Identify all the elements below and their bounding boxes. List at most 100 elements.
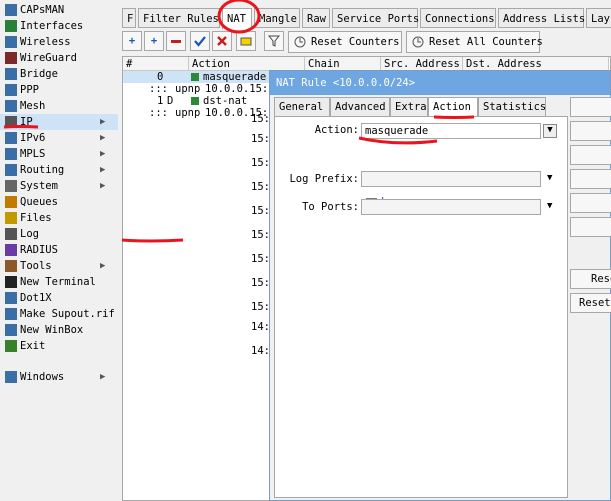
- dialog-tab-general[interactable]: General: [274, 97, 330, 117]
- add-button[interactable]: +: [122, 31, 142, 51]
- column-header-dst-address[interactable]: Dst. Address: [463, 57, 609, 71]
- log-prefix-input[interactable]: [361, 171, 541, 187]
- dialog-tabs: General Advanced Extra Action Statistics: [274, 97, 574, 117]
- sidebar-item-routing[interactable]: Routing ▶: [0, 162, 118, 178]
- dialog-side-button[interactable]: [570, 193, 611, 213]
- column-header-action[interactable]: Action: [189, 57, 305, 71]
- dialog-title[interactable]: NAT Rule <10.0.0.0/24>: [270, 71, 610, 95]
- dialog-tab-statistics[interactable]: Statistics: [478, 97, 546, 117]
- dialog-side-button[interactable]: [570, 145, 611, 165]
- ip-icon: [5, 116, 17, 128]
- comment-button[interactable]: [236, 31, 256, 51]
- sidebar-item-ppp[interactable]: PPP: [0, 82, 118, 98]
- dialog-tab-action[interactable]: Action: [428, 97, 478, 117]
- dialog-side-button[interactable]: Rese: [570, 269, 611, 289]
- sidebar-item-system[interactable]: System ▶: [0, 178, 118, 194]
- add-alt-button[interactable]: +: [144, 31, 164, 51]
- sidebar: CAPsMAN Interfaces Wireless WireGuard Bridge…: [0, 0, 118, 501]
- sidebar-item-label: MPLS: [20, 148, 46, 160]
- sidebar-item-new-terminal[interactable]: New Terminal: [0, 274, 118, 290]
- table-row[interactable]: ::: upnp 10.0.0.15:: [123, 83, 269, 95]
- tab-mangle[interactable]: Mangle: [254, 8, 300, 28]
- dialog-tab-extra[interactable]: Extra: [390, 97, 428, 117]
- sidebar-item-ipv6[interactable]: IPv6 ▶: [0, 130, 118, 146]
- sidebar-item-dot1x[interactable]: Dot1X: [0, 290, 118, 306]
- submenu-arrow-icon: ▶: [100, 165, 106, 175]
- tab-address-lists[interactable]: Address Lists: [498, 8, 585, 28]
- sidebar-item-capsman[interactable]: CAPsMAN: [0, 2, 118, 18]
- sidebar-item-label: PPP: [20, 84, 39, 96]
- funnel-icon: [267, 35, 281, 47]
- tab-lay[interactable]: Lay: [586, 8, 611, 28]
- sidebar-item-label: Files: [20, 212, 52, 224]
- reset-counters-button[interactable]: Reset Counters: [288, 31, 402, 53]
- disable-button[interactable]: [212, 31, 232, 51]
- filter-button[interactable]: [264, 31, 284, 51]
- enable-button[interactable]: [190, 31, 210, 51]
- sidebar-item-queues[interactable]: Queues: [0, 194, 118, 210]
- time-fragment: 15:: [251, 277, 270, 289]
- table-row[interactable]: 0 masquerade: [123, 71, 269, 83]
- log-prefix-label: Log Prefix:: [289, 173, 359, 185]
- dialog-side-button[interactable]: Reset: [570, 293, 611, 313]
- reset-all-icon: [412, 36, 424, 48]
- column-header-src-address[interactable]: Src. Address: [381, 57, 463, 71]
- row-action: 10.0.0.15:: [205, 83, 269, 95]
- sidebar-item-exit[interactable]: Exit: [0, 338, 118, 354]
- to-ports-input[interactable]: [361, 199, 541, 215]
- sidebar-item-log[interactable]: Log: [0, 226, 118, 242]
- dialog-side-button[interactable]: [570, 121, 611, 141]
- log-prefix-dropdown-icon[interactable]: ▼: [547, 173, 552, 183]
- action-select[interactable]: masquerade: [361, 123, 541, 139]
- tab-service-ports[interactable]: Service Ports: [332, 8, 419, 28]
- dialog-tab-advanced[interactable]: Advanced: [330, 97, 390, 117]
- sidebar-item-radius[interactable]: RADIUS: [0, 242, 118, 258]
- tab-filter-rules[interactable]: Filter Rules: [138, 8, 220, 28]
- dialog-side-button[interactable]: [570, 97, 611, 117]
- sidebar-item-wireless[interactable]: Wireless: [0, 34, 118, 50]
- sidebar-item-mesh[interactable]: Mesh: [0, 98, 118, 114]
- sidebar-item-interfaces[interactable]: Interfaces: [0, 18, 118, 34]
- reset-all-counters-button[interactable]: Reset All Counters: [406, 31, 543, 53]
- mesh-icon: [5, 100, 17, 112]
- to-ports-label: To Ports:: [302, 201, 359, 213]
- masquerade-icon: [191, 73, 199, 81]
- sidebar-item-bridge[interactable]: Bridge: [0, 66, 118, 82]
- bridge-icon: [5, 68, 17, 80]
- sidebar-item-make-supout-rif[interactable]: Make Supout.rif: [0, 306, 118, 322]
- table-row[interactable]: ::: upnp 10.0.0.15:: [123, 107, 269, 119]
- firewall-toolbar: + + Reset Counters Reset All Counters: [118, 30, 611, 54]
- sidebar-item-label: IP: [20, 116, 33, 128]
- time-fragment: 15:: [251, 253, 270, 265]
- sidebar-item-wireguard[interactable]: WireGuard: [0, 50, 118, 66]
- capsman-icon: [5, 4, 17, 16]
- tab-nat[interactable]: NAT: [222, 8, 252, 30]
- sidebar-item-new-winbox[interactable]: New WinBox: [0, 322, 118, 338]
- chevron-down-icon: ▼: [547, 125, 553, 135]
- to-ports-dropdown-icon[interactable]: ▼: [547, 201, 552, 211]
- sidebar-item-label: Routing: [20, 164, 65, 176]
- sidebar-item-files[interactable]: Files: [0, 210, 118, 226]
- action-dropdown-button[interactable]: ▼: [543, 124, 557, 138]
- remove-button[interactable]: [166, 31, 186, 51]
- row-number: 1: [157, 95, 164, 107]
- sidebar-item-tools[interactable]: Tools ▶: [0, 258, 118, 274]
- wireless-icon: [5, 36, 17, 48]
- sidebar-item-windows[interactable]: Windows ▶: [0, 369, 118, 385]
- row-number: 0: [157, 71, 164, 83]
- tools-icon: [5, 260, 17, 272]
- tab-raw[interactable]: Raw: [302, 8, 330, 28]
- tab-f[interactable]: F: [122, 8, 136, 28]
- column-header-chain[interactable]: Chain: [305, 57, 381, 71]
- column-header-[interactable]: #: [123, 57, 189, 71]
- table-row[interactable]: 1 Ddst-nat: [123, 95, 269, 107]
- time-fragment: 14:: [251, 345, 270, 357]
- dialog-side-button[interactable]: [570, 217, 611, 237]
- sidebar-item-ip[interactable]: IP ▶: [0, 114, 118, 130]
- row-flag: upnp: [175, 83, 201, 95]
- row-flag: D: [167, 95, 174, 107]
- dialog-side-button[interactable]: [570, 169, 611, 189]
- sidebar-item-mpls[interactable]: MPLS ▶: [0, 146, 118, 162]
- time-fragment: 15:: [251, 205, 270, 217]
- tab-connections[interactable]: Connections: [420, 8, 496, 28]
